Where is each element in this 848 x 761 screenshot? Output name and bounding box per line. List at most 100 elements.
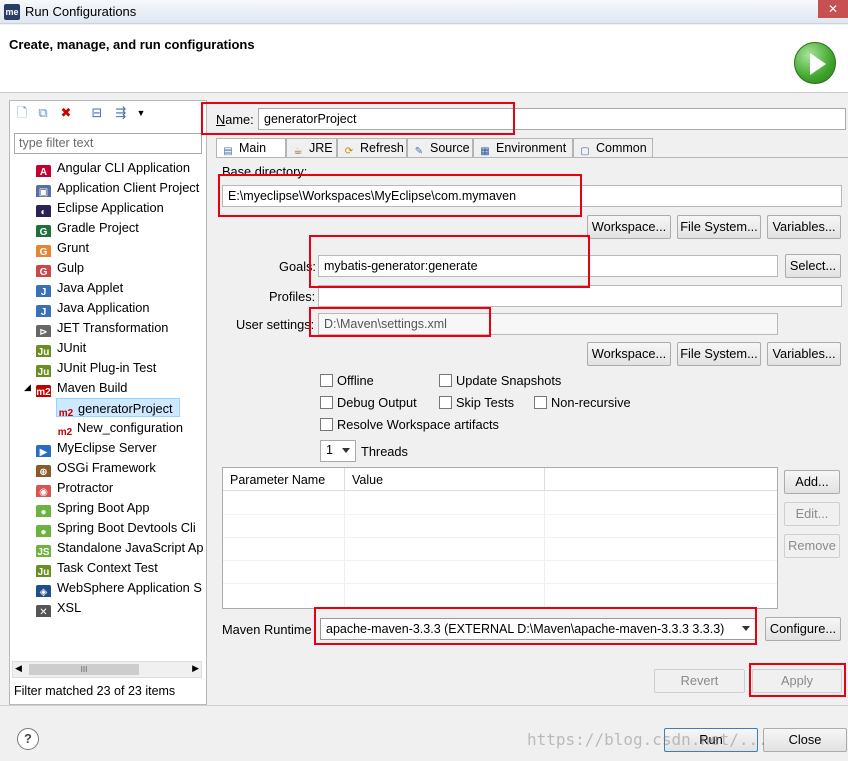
- tree-item-label: JUnit Plug-in Test: [57, 360, 157, 375]
- base-filesystem-button[interactable]: File System...: [677, 215, 761, 239]
- scroll-thumb[interactable]: III: [29, 664, 139, 675]
- base-workspace-button[interactable]: Workspace...: [587, 215, 671, 239]
- tab-common[interactable]: ▢ Common: [573, 138, 653, 158]
- dialog-header-title: Create, manage, and run configurations: [9, 37, 255, 52]
- tree-item[interactable]: Ju JUnit: [36, 338, 204, 357]
- tree-item[interactable]: ⊕ OSGi Framework: [36, 458, 204, 477]
- tree-item[interactable]: ▶ MyEclipse Server: [36, 438, 204, 457]
- maven-config-item[interactable]: m2 New_configuration: [56, 418, 196, 437]
- tree-item[interactable]: ✕ XSL: [36, 598, 204, 617]
- config-type-icon: ◈: [36, 585, 51, 597]
- scroll-right-icon[interactable]: ▶: [192, 663, 199, 674]
- tree-item-label: Gradle Project: [57, 220, 139, 235]
- extra-header: [545, 468, 777, 491]
- collapse-all-icon[interactable]: ⊟: [89, 105, 105, 121]
- tree-item[interactable]: J Java Applet: [36, 278, 204, 297]
- footer-separator: [0, 705, 848, 706]
- config-type-icon: J: [36, 305, 51, 317]
- delete-icon[interactable]: ✖: [58, 105, 74, 121]
- remove-parameter-button[interactable]: Remove: [784, 534, 840, 558]
- tab-refresh[interactable]: ⟳ Refresh: [337, 138, 407, 158]
- tab-environment[interactable]: ▦ Environment: [473, 138, 573, 158]
- tree-item-label: Application Client Project: [57, 180, 200, 195]
- tree-item[interactable]: ◈ WebSphere Application S: [36, 578, 204, 597]
- close-button[interactable]: Close: [763, 728, 847, 752]
- offline-checkbox[interactable]: Offline: [320, 373, 374, 388]
- tree-item-label: Gulp: [57, 260, 85, 275]
- tab-jre[interactable]: ☕ JRE: [286, 138, 337, 158]
- tree-item-label: MyEclipse Server: [57, 440, 157, 455]
- configure-button[interactable]: Configure...: [765, 617, 841, 641]
- dropdown-icon[interactable]: ▼: [133, 105, 149, 121]
- window-title: Run Configurations: [25, 4, 137, 19]
- tree-item-label: WebSphere Application S: [57, 580, 202, 595]
- settings-variables-button[interactable]: Variables...: [767, 342, 841, 366]
- profiles-label: Profiles:: [269, 289, 316, 304]
- settings-filesystem-button[interactable]: File System...: [677, 342, 761, 366]
- tree-item[interactable]: JS Standalone JavaScript Ap: [36, 538, 204, 557]
- tree-item[interactable]: ● Spring Boot App: [36, 498, 204, 517]
- parameters-table[interactable]: Parameter Name Value: [222, 467, 778, 609]
- add-parameter-button[interactable]: Add...: [784, 470, 840, 494]
- tree-item[interactable]: Ju JUnit Plug-in Test: [36, 358, 204, 377]
- resolve-workspace-checkbox[interactable]: Resolve Workspace artifacts: [320, 417, 499, 432]
- profiles-input[interactable]: [318, 285, 842, 307]
- tree-horizontal-scrollbar[interactable]: ◀ III ▶: [12, 661, 202, 678]
- m2-icon: m2: [57, 427, 73, 437]
- debug-output-check[interactable]: [320, 396, 333, 409]
- maven-config-label: New_configuration: [77, 420, 183, 435]
- tree-item[interactable]: ● Spring Boot Devtools Cli: [36, 518, 204, 537]
- window-close-button[interactable]: ✕: [818, 0, 848, 18]
- tree-item-label: Java Applet: [57, 280, 124, 295]
- non-recursive-check[interactable]: [534, 396, 547, 409]
- tree-item[interactable]: ◉ Protractor: [36, 478, 204, 497]
- value-header[interactable]: Value: [345, 468, 545, 491]
- goals-select-button[interactable]: Select...: [785, 254, 841, 278]
- config-type-icon: ⊕: [36, 465, 51, 477]
- resolve-workspace-check[interactable]: [320, 418, 333, 431]
- scroll-left-icon[interactable]: ◀: [15, 663, 22, 674]
- update-snapshots-check[interactable]: [439, 374, 452, 387]
- offline-check[interactable]: [320, 374, 333, 387]
- tree-item[interactable]: J Java Application: [36, 298, 204, 317]
- update-snapshots-checkbox[interactable]: Update Snapshots: [439, 373, 561, 388]
- dialog-header: [0, 25, 848, 93]
- expand-arrow-icon[interactable]: ◢: [24, 382, 31, 393]
- filter-input[interactable]: type filter text: [14, 133, 202, 154]
- threads-select[interactable]: 1: [320, 440, 356, 462]
- skip-tests-checkbox[interactable]: Skip Tests: [439, 395, 514, 410]
- highlight-goals: [309, 235, 590, 288]
- tree-item-label: Protractor: [57, 480, 114, 495]
- param-name-header[interactable]: Parameter Name: [223, 468, 345, 491]
- config-type-icon: G: [36, 245, 51, 257]
- tree-item[interactable]: ▣ Application Client Project: [36, 178, 204, 197]
- revert-button[interactable]: Revert: [654, 669, 745, 693]
- filter-icon[interactable]: ⇶: [113, 105, 129, 121]
- tree-item[interactable]: G Gradle Project: [36, 218, 204, 237]
- tree-item[interactable]: Ju Task Context Test: [36, 558, 204, 577]
- debug-output-checkbox[interactable]: Debug Output: [320, 395, 417, 410]
- settings-workspace-button[interactable]: Workspace...: [587, 342, 671, 366]
- maven-config-item[interactable]: m2 generatorProject: [56, 398, 180, 417]
- config-type-icon: JS: [36, 545, 51, 557]
- base-variables-button[interactable]: Variables...: [767, 215, 841, 239]
- duplicate-icon[interactable]: ⧉: [35, 105, 51, 121]
- threads-label: Threads: [361, 444, 408, 459]
- new-config-icon[interactable]: 🗋: [14, 105, 30, 121]
- tree-item[interactable]: A Angular CLI Application: [36, 158, 204, 177]
- tree-item[interactable]: m2 Maven Build: [36, 378, 204, 397]
- config-type-icon: A: [36, 165, 51, 177]
- tree-item[interactable]: ◐ Eclipse Application: [36, 198, 204, 217]
- skip-tests-check[interactable]: [439, 396, 452, 409]
- tab-source[interactable]: ✎ Source: [407, 138, 473, 158]
- tree-item[interactable]: ⊳ JET Transformation: [36, 318, 204, 337]
- tab-main[interactable]: ▤ Main: [216, 138, 286, 159]
- non-recursive-checkbox[interactable]: Non-recursive: [534, 395, 631, 410]
- help-icon[interactable]: ?: [17, 728, 39, 750]
- edit-parameter-button[interactable]: Edit...: [784, 502, 840, 526]
- m2-icon: m2: [58, 408, 74, 417]
- tree-item[interactable]: G Grunt: [36, 238, 204, 257]
- threads-chevron-down-icon: [342, 448, 350, 453]
- tree-item[interactable]: G Gulp: [36, 258, 204, 277]
- config-type-icon: Ju: [36, 565, 51, 577]
